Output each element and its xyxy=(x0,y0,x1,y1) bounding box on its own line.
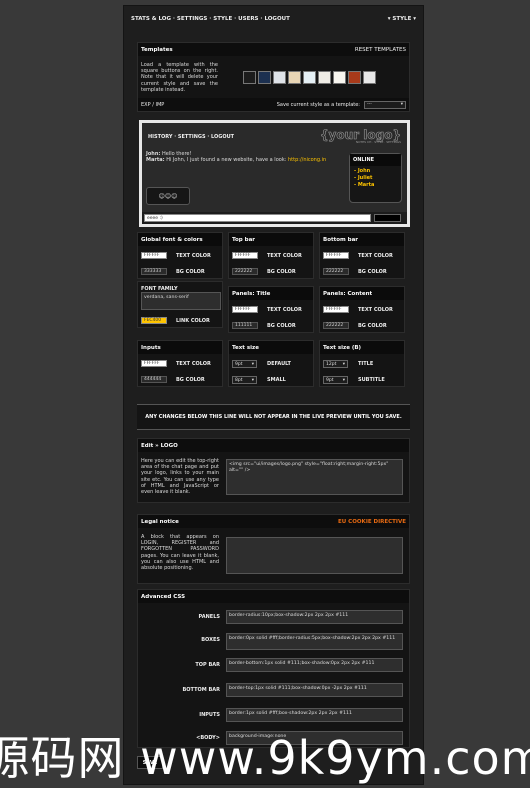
font-family-input[interactable]: verdana, sans-serif xyxy=(141,292,221,310)
template-swatch-button[interactable] xyxy=(348,71,361,84)
text-size-small-select[interactable]: 8pt ▾ xyxy=(232,376,257,384)
eu-cookie-link[interactable]: EU COOKIE DIRECTIVE xyxy=(338,519,406,525)
preview-send-button[interactable] xyxy=(374,214,401,222)
nav-links[interactable]: STATS & LOG · SETTINGS · STYLE · USERS ·… xyxy=(131,16,290,22)
online-panel: ONLINE - John - Juliet - Marta xyxy=(349,153,402,203)
text-color-input[interactable]: FFFFFF xyxy=(232,306,258,313)
bg-color-input[interactable]: 222222 xyxy=(232,268,258,275)
emoji-box: 😊😊😊 xyxy=(146,187,190,205)
preview-logo: {your logo} xyxy=(320,128,402,142)
css-row-label: BOXES xyxy=(201,637,220,643)
live-preview: HISTORY · SETTINGS · LOGOUT {your logo} … xyxy=(139,120,410,227)
bg-color-input[interactable]: 111111 xyxy=(232,322,258,329)
export-import-link[interactable]: EXP / IMP xyxy=(141,102,164,108)
css-row-label: BOTTOM BAR xyxy=(182,687,221,693)
chevron-down-icon: ▾ xyxy=(342,377,345,383)
style-editor: STATS & LOG · SETTINGS · STYLE · USERS ·… xyxy=(123,5,424,785)
preview-message-input[interactable]: eeee :) xyxy=(144,214,371,222)
online-user[interactable]: - Marta xyxy=(354,182,397,189)
template-swatch-button[interactable] xyxy=(288,71,301,84)
save-template-select[interactable]: --- ▾ xyxy=(364,100,406,109)
text-size-b-panel: Text size (B) 12pt ▾ TITLE 9pt ▾ SUBTITLE xyxy=(319,340,405,387)
style-menu[interactable]: ▾ STYLE ▾ xyxy=(388,16,416,22)
text-color-input[interactable]: FFFFFF xyxy=(141,360,167,367)
bg-color-input[interactable]: 222222 xyxy=(323,268,349,275)
template-swatch-button[interactable] xyxy=(318,71,331,84)
message-link[interactable]: http://nicong.in xyxy=(288,157,326,163)
text-color-input[interactable]: FFFFFF xyxy=(323,252,349,259)
legal-notice-input[interactable] xyxy=(226,537,403,574)
bottom-bar-panel: Bottom bar FFFFFF TEXT COLOR 222222 BG COL… xyxy=(319,232,405,279)
css-row-input[interactable]: border:0px solid #fff;border-radius:5px;… xyxy=(226,633,403,650)
templates-description: Load a template with the square buttons … xyxy=(141,62,218,93)
template-swatch-button[interactable] xyxy=(363,71,376,84)
chevron-down-icon: ▾ xyxy=(400,102,403,107)
css-row-input[interactable]: border-radius:10px;box-shadow:2px 2px 2p… xyxy=(226,610,403,624)
top-bar-panel: Top bar FFFFFF TEXT COLOR 222222 BG COLOR xyxy=(228,232,314,279)
legal-notice-description: A block that appears on LOGIN, REGISTER … xyxy=(141,534,219,572)
template-swatch-button[interactable] xyxy=(243,71,256,84)
panels-content-panel: Panels: Content FFFFFF TEXT COLOR 222222 B… xyxy=(319,286,405,333)
legal-notice-panel: Legal notice EU COOKIE DIRECTIVE A block… xyxy=(137,514,410,584)
css-row-label: TOP BAR xyxy=(195,662,220,668)
css-row-label: PANELS xyxy=(198,614,220,620)
font-family-panel: FONT FAMILY verdana, sans-serif FEC400 LI… xyxy=(137,281,223,328)
text-color-input[interactable]: FFFFFF xyxy=(232,252,258,259)
css-row-label: INPUTS xyxy=(199,712,220,718)
chevron-down-icon: ▾ xyxy=(342,361,345,367)
preview-messages: John: Hello there! Marta: Hi John, I jus… xyxy=(146,151,346,163)
inputs-panel: Inputs FFFFFF TEXT COLOR 444444 BG COLOR xyxy=(137,340,223,387)
preview-nav[interactable]: HISTORY · SETTINGS · LOGOUT xyxy=(148,134,234,140)
template-swatch-button[interactable] xyxy=(333,71,346,84)
panels-title-panel: Panels: Title FFFFFF TEXT COLOR 111111 BG … xyxy=(228,286,314,333)
message: Marta: Hi John, I just found a new websi… xyxy=(146,157,327,164)
chevron-down-icon: ▾ xyxy=(251,377,254,383)
preview-warning: ANY CHANGES BELOW THIS LINE WILL NOT APP… xyxy=(137,404,410,430)
text-size-subtitle-select[interactable]: 9pt ▾ xyxy=(323,376,348,384)
template-swatch-button[interactable] xyxy=(273,71,286,84)
css-row-input[interactable]: border-bottom:1px solid #111;box-shadow:… xyxy=(226,658,403,672)
text-size-default-select[interactable]: 9pt ▾ xyxy=(232,360,257,368)
online-user[interactable]: - John xyxy=(354,168,397,175)
chevron-down-icon: ▾ xyxy=(251,361,254,367)
reset-templates-link[interactable]: RESET TEMPLATES xyxy=(355,47,406,53)
edit-logo-panel: Edit » LOGO Here you can edit the top-ri… xyxy=(137,438,410,503)
css-row-input[interactable]: border:1px solid #fff;box-shadow:2px 2px… xyxy=(226,708,403,722)
logo-html-input[interactable]: <img src="ui/images/logo.png" style="flo… xyxy=(226,459,403,495)
bg-color-input[interactable]: 222222 xyxy=(323,322,349,329)
watermark: 源码网 www.9k9ym.com xyxy=(0,731,530,785)
top-navigation: STATS & LOG · SETTINGS · STYLE · USERS ·… xyxy=(124,6,423,31)
preview-bottom-bar: eeee :) xyxy=(142,212,407,224)
text-color-input[interactable]: FFFFFF xyxy=(323,306,349,313)
edit-logo-description: Here you can edit the top-right area of … xyxy=(141,458,219,496)
save-template-label: Save current style as a template: xyxy=(276,101,360,108)
template-swatch-button[interactable] xyxy=(258,71,271,84)
online-title: ONLINE xyxy=(350,154,401,166)
bg-color-input[interactable]: 444444 xyxy=(141,376,167,383)
text-size-panel: Text size 9pt ▾ DEFAULT 8pt ▾ SMALL xyxy=(228,340,314,387)
link-color-input[interactable]: FEC400 xyxy=(141,317,167,324)
text-size-title-select[interactable]: 12pt ▾ xyxy=(323,360,348,368)
templates-panel: Templates RESET TEMPLATES Load a templat… xyxy=(137,42,410,112)
bg-color-input[interactable]: 333333 xyxy=(141,268,167,275)
css-row-input[interactable]: border-top:1px solid #111;box-shadow:0px… xyxy=(226,683,403,697)
online-user[interactable]: - Juliet xyxy=(354,175,397,182)
templates-title: Templates xyxy=(141,46,173,53)
text-color-input[interactable]: FFFFFF xyxy=(141,252,167,259)
template-swatch-button[interactable] xyxy=(303,71,316,84)
global-font-panel: Global font & colors FFFFFF TEXT COLOR 33… xyxy=(137,232,223,279)
